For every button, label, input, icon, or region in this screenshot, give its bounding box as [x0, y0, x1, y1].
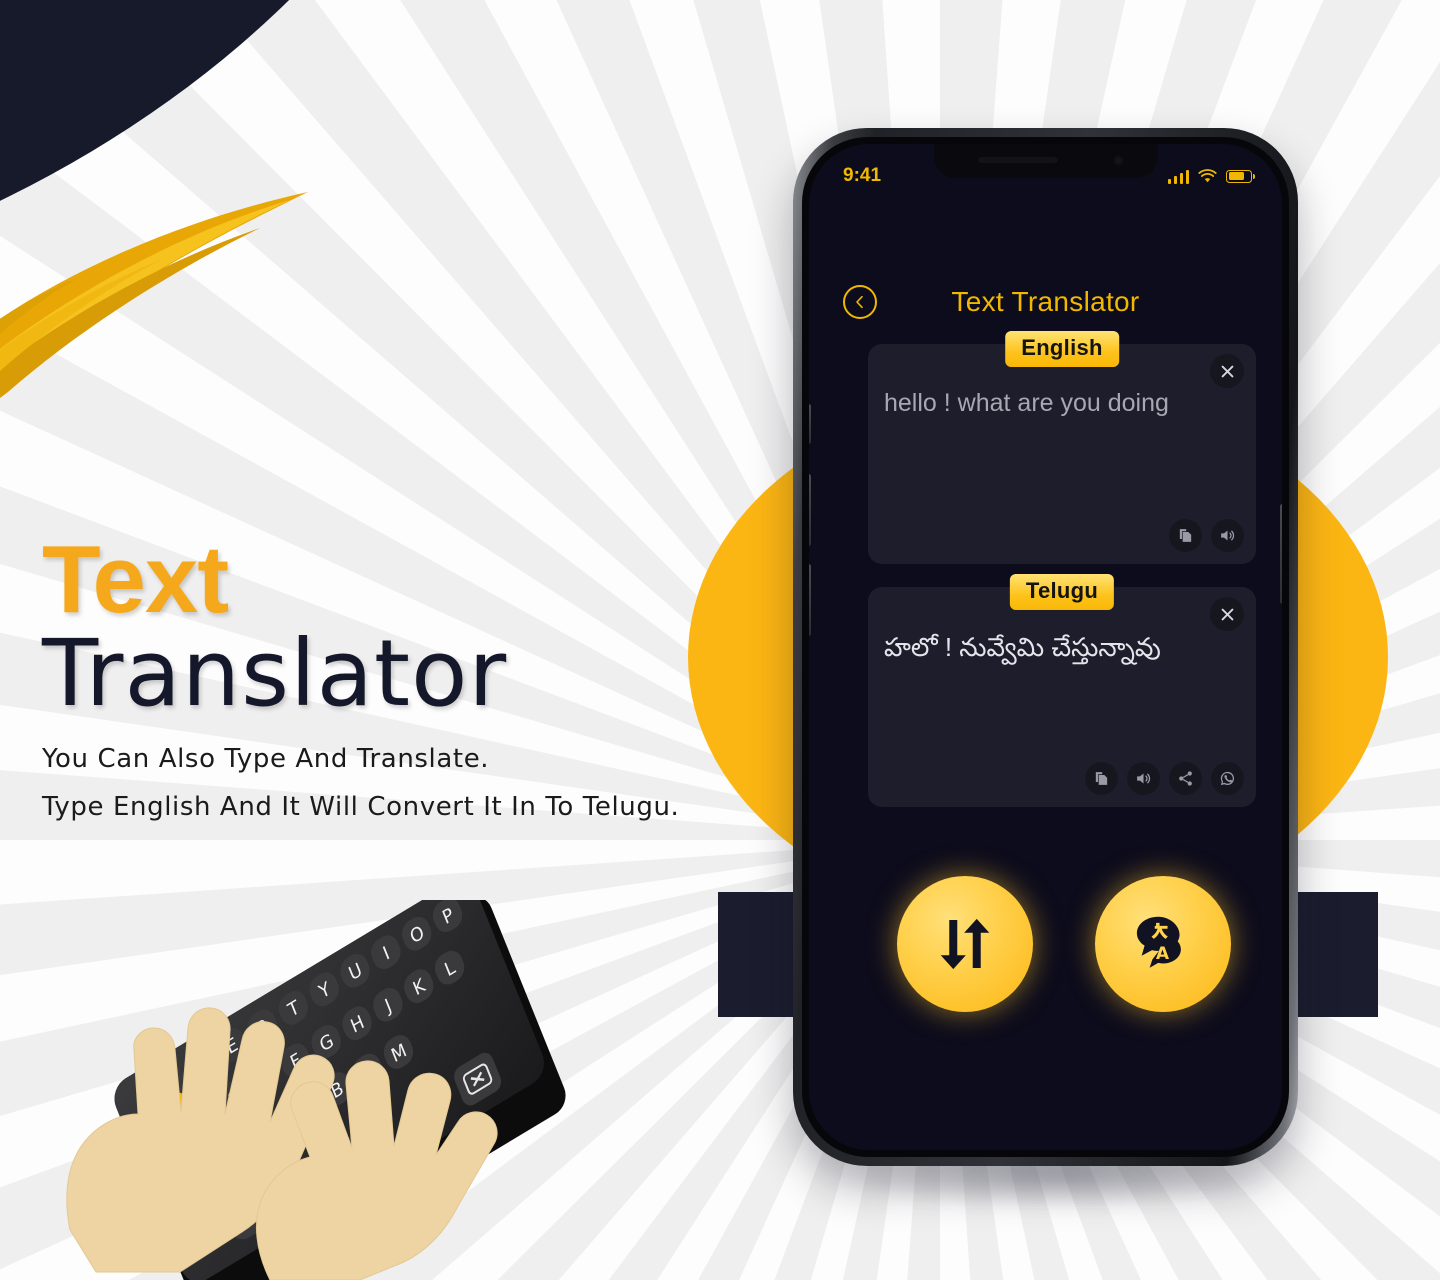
- volume-down-button[interactable]: [809, 564, 811, 636]
- source-card-actions: [1169, 519, 1244, 552]
- target-language-chip[interactable]: Telugu: [1009, 574, 1115, 610]
- whatsapp-icon: [1220, 771, 1235, 786]
- target-text: హలో ! నువ్వేమి చేస్తున్నావు: [884, 632, 1161, 662]
- share-target-button[interactable]: [1169, 762, 1202, 795]
- source-text[interactable]: hello ! what are you doing: [884, 388, 1196, 419]
- phone-screen: 9:41 Text Translator English hello ! wha…: [809, 144, 1282, 1150]
- app-header: Text Translator: [809, 276, 1282, 328]
- mute-switch[interactable]: [809, 404, 811, 444]
- swap-languages-button[interactable]: [897, 876, 1033, 1012]
- clear-target-button[interactable]: [1210, 597, 1244, 631]
- promo-copy: Text Translator You Can Also Type And Tr…: [42, 526, 762, 823]
- power-button[interactable]: [1280, 504, 1282, 604]
- back-button[interactable]: [843, 285, 877, 319]
- share-icon: [1179, 771, 1192, 786]
- speak-target-button[interactable]: [1127, 762, 1160, 795]
- speak-source-button[interactable]: [1211, 519, 1244, 552]
- target-card-actions: [1085, 762, 1244, 795]
- clear-source-button[interactable]: [1210, 354, 1244, 388]
- copy-source-button[interactable]: [1169, 519, 1202, 552]
- phone-notch: [933, 144, 1158, 178]
- source-language-chip[interactable]: English: [1005, 331, 1119, 367]
- speaker-icon: [1137, 773, 1151, 784]
- svg-text:A: A: [1156, 944, 1170, 964]
- action-buttons-row: A: [897, 876, 1231, 1012]
- earpiece-speaker: [977, 157, 1058, 163]
- signal-bars-icon: [1167, 169, 1189, 184]
- battery-icon: [1226, 169, 1255, 183]
- copy-target-button[interactable]: [1085, 762, 1118, 795]
- back-chevron-icon: [856, 295, 863, 309]
- promo-subtitle-line-2: Type English And It Will Convert It In T…: [42, 792, 680, 823]
- volume-up-button[interactable]: [809, 474, 811, 546]
- promo-subtitle-line-1: You Can Also Type And Translate.: [42, 744, 490, 775]
- close-icon: [1221, 365, 1233, 377]
- phone-mockup: 9:41 Text Translator English hello ! wha…: [793, 128, 1298, 1166]
- wifi-icon: [1198, 168, 1217, 182]
- status-time: 9:41: [843, 165, 882, 186]
- translate-icon: A: [1136, 916, 1181, 968]
- keyboard-illustration: QWERTYUIOP ASDFGHJKL XCVBNM Space: [60, 879, 620, 1280]
- close-icon: [1221, 608, 1233, 620]
- speaker-icon: [1221, 530, 1235, 541]
- source-text-card: English hello ! what are you doing: [868, 331, 1256, 564]
- page-subtitle-heading: Translator: [42, 620, 508, 728]
- target-text-card: Telugu హలో ! నువ్వేమి చేస్తున్నావు: [868, 574, 1256, 807]
- app-title: Text Translator: [951, 286, 1140, 317]
- promo-banner: Text Translator You Can Also Type And Tr…: [0, 0, 1440, 1280]
- page-title: Text: [42, 526, 229, 633]
- dark-corner-shape: [0, 0, 634, 315]
- copy-icon: [1179, 529, 1192, 542]
- swap-arrows-icon: [940, 918, 990, 970]
- whatsapp-share-button[interactable]: [1211, 762, 1244, 795]
- front-camera-icon: [1112, 155, 1124, 166]
- copy-icon: [1095, 772, 1108, 785]
- translate-button[interactable]: A: [1095, 876, 1231, 1012]
